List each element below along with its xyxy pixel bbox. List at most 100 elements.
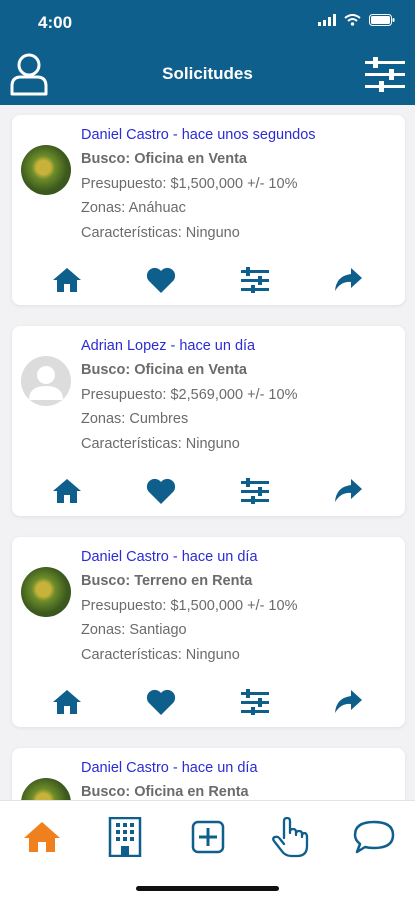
caracteristicas-label: Características: <box>81 435 182 452</box>
home-action-button[interactable] <box>51 265 83 295</box>
request-caracteristicas: Características: Ninguno <box>81 221 397 246</box>
zonas-label: Zonas: <box>81 622 126 638</box>
zonas-value: Santiago <box>129 622 187 638</box>
caracteristicas-value: Ninguno <box>185 435 240 452</box>
request-card[interactable]: Daniel Castro - hace un día Busco: Terre… <box>12 537 405 727</box>
signal-icon <box>318 14 336 26</box>
heart-icon <box>146 267 176 293</box>
card-actions <box>12 476 405 506</box>
zonas-value: Anáhuac <box>128 200 186 216</box>
busco-value: Oficina en Venta <box>134 362 248 378</box>
app-header: 4:00 Solicitudes <box>0 0 415 105</box>
avatar <box>21 356 71 406</box>
caracteristicas-label: Características: <box>81 646 182 663</box>
person-placeholder-icon <box>29 366 63 400</box>
share-button[interactable] <box>332 476 364 506</box>
sliders-icon <box>241 689 269 715</box>
home-action-button[interactable] <box>51 476 83 506</box>
request-author[interactable]: Daniel Castro - hace un día <box>81 756 397 780</box>
avatar <box>21 778 71 800</box>
busco-label: Busco: <box>81 573 131 589</box>
share-button[interactable] <box>332 687 364 717</box>
tab-home[interactable] <box>20 815 64 859</box>
filters-button[interactable] <box>365 56 405 94</box>
tab-messages[interactable] <box>352 815 396 859</box>
sliders-icon <box>241 478 269 504</box>
status-bar: 4:00 <box>0 0 415 46</box>
favorite-button[interactable] <box>145 265 177 295</box>
plus-square-icon <box>191 820 225 854</box>
card-actions <box>12 265 405 295</box>
wifi-icon <box>344 14 361 26</box>
presupuesto-label: Presupuesto: <box>81 175 167 192</box>
requests-list[interactable]: Daniel Castro - hace unos segundos Busco… <box>0 105 415 800</box>
request-busco: Busco: Terreno en Renta <box>81 569 397 594</box>
sliders-icon <box>365 57 405 92</box>
heart-icon <box>146 689 176 715</box>
battery-icon <box>369 14 395 26</box>
zonas-label: Zonas: <box>81 200 126 216</box>
request-presupuesto: Presupuesto: $2,569,000 +/- 10% <box>81 383 397 408</box>
caracteristicas-value: Ninguno <box>185 646 240 663</box>
favorite-button[interactable] <box>145 687 177 717</box>
busco-value: Oficina en Renta <box>134 784 249 800</box>
home-icon <box>53 479 81 503</box>
request-caracteristicas: Características: Ninguno <box>81 643 397 668</box>
busco-value: Terreno en Renta <box>134 573 253 589</box>
tab-requests[interactable] <box>268 815 312 859</box>
tab-bar <box>0 800 415 900</box>
avatar <box>21 145 71 195</box>
caracteristicas-value: Ninguno <box>185 224 240 241</box>
share-icon <box>335 268 362 291</box>
request-zonas: Zonas: Cumbres <box>81 407 397 432</box>
presupuesto-value: $1,500,000 +/- 10% <box>170 597 298 614</box>
home-icon <box>53 268 81 292</box>
request-presupuesto: Presupuesto: $1,500,000 +/- 10% <box>81 594 397 619</box>
request-busco: Busco: Oficina en Renta <box>81 780 397 800</box>
card-actions <box>12 687 405 717</box>
request-zonas: Zonas: Santiago <box>81 618 397 643</box>
request-busco: Busco: Oficina en Venta <box>81 358 397 383</box>
details-button[interactable] <box>239 687 271 717</box>
zonas-value: Cumbres <box>129 411 189 427</box>
status-icons <box>318 14 395 26</box>
building-icon <box>108 817 142 857</box>
home-indicator <box>136 886 279 891</box>
avatar <box>21 567 71 617</box>
request-busco: Busco: Oficina en Venta <box>81 147 397 172</box>
home-icon <box>53 690 81 714</box>
hand-pointer-icon <box>272 816 309 858</box>
request-presupuesto: Presupuesto: $1,500,000 +/- 10% <box>81 172 397 197</box>
details-button[interactable] <box>239 265 271 295</box>
home-action-button[interactable] <box>51 687 83 717</box>
request-card[interactable]: Daniel Castro - hace un día Busco: Ofici… <box>12 748 405 800</box>
share-icon <box>335 690 362 713</box>
request-author[interactable]: Adrian Lopez - hace un día <box>81 334 397 358</box>
home-icon <box>24 822 60 852</box>
presupuesto-value: $2,569,000 +/- 10% <box>170 386 298 403</box>
zonas-label: Zonas: <box>81 411 126 427</box>
request-author[interactable]: Daniel Castro - hace unos segundos <box>81 123 397 147</box>
details-button[interactable] <box>239 476 271 506</box>
tab-properties[interactable] <box>103 815 147 859</box>
chat-bubble-icon <box>353 820 395 854</box>
request-author[interactable]: Daniel Castro - hace un día <box>81 545 397 569</box>
tab-add[interactable] <box>186 815 230 859</box>
status-time: 4:00 <box>38 13 73 32</box>
share-button[interactable] <box>332 265 364 295</box>
caracteristicas-label: Características: <box>81 224 182 241</box>
presupuesto-label: Presupuesto: <box>81 386 167 403</box>
share-icon <box>335 479 362 502</box>
favorite-button[interactable] <box>145 476 177 506</box>
busco-label: Busco: <box>81 362 131 378</box>
busco-label: Busco: <box>81 784 131 800</box>
presupuesto-label: Presupuesto: <box>81 597 167 614</box>
request-card[interactable]: Daniel Castro - hace unos segundos Busco… <box>12 115 405 305</box>
request-zonas: Zonas: Anáhuac <box>81 196 397 221</box>
sliders-icon <box>241 267 269 293</box>
presupuesto-value: $1,500,000 +/- 10% <box>170 175 298 192</box>
heart-icon <box>146 478 176 504</box>
request-card[interactable]: Adrian Lopez - hace un día Busco: Oficin… <box>12 326 405 516</box>
page-title: Solicitudes <box>162 64 253 83</box>
request-caracteristicas: Características: Ninguno <box>81 432 397 457</box>
